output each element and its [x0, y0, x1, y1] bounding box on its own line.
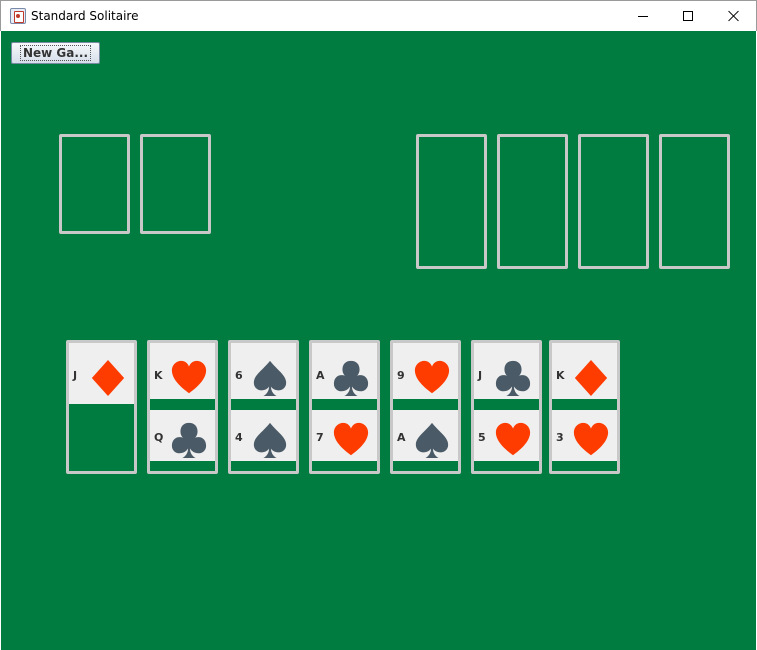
card-rank: A [397, 431, 406, 444]
playing-card[interactable]: 7 [312, 405, 377, 466]
playing-card[interactable]: J [69, 343, 134, 404]
minimize-button[interactable] [620, 1, 666, 31]
card-edge [312, 399, 377, 404]
close-icon [728, 10, 740, 22]
minimize-icon [638, 15, 648, 17]
card-rank: 9 [397, 369, 405, 382]
playing-card[interactable]: K [150, 343, 215, 404]
tableau-pile-4[interactable]: A7 [309, 340, 380, 474]
tableau-pile-6[interactable]: J5 [471, 340, 542, 474]
club-icon [171, 422, 207, 459]
window-titlebar: Standard Solitaire [0, 0, 757, 31]
playing-card[interactable]: K [552, 343, 617, 404]
playing-card[interactable]: J [474, 343, 539, 404]
card-edge [552, 461, 617, 466]
playing-card[interactable]: 4 [231, 405, 296, 466]
foundation-slot[interactable] [416, 134, 487, 269]
heart-icon [573, 422, 609, 456]
tableau-pile-7[interactable]: K3 [549, 340, 620, 474]
java-app-icon [10, 8, 26, 24]
playing-card[interactable]: 5 [474, 405, 539, 466]
new-game-button[interactable]: New Ga... [11, 42, 100, 64]
maximize-icon [683, 11, 693, 21]
spade-icon [253, 360, 287, 397]
heart-icon [171, 360, 207, 394]
tableau-pile-2[interactable]: KQ [147, 340, 218, 474]
window-title: Standard Solitaire [31, 9, 139, 23]
card-rank: 4 [235, 431, 243, 444]
maximize-button[interactable] [665, 1, 711, 31]
tableau-pile-3[interactable]: 64 [228, 340, 299, 474]
spade-icon [415, 422, 449, 459]
tableau-pile-1[interactable]: J [66, 340, 137, 474]
club-icon [495, 360, 531, 397]
game-table: New Ga... JKQ64A79AJ5K3 [1, 31, 756, 650]
close-button[interactable] [711, 1, 757, 31]
club-icon [333, 360, 369, 397]
card-rank: J [73, 369, 78, 382]
heart-icon [414, 360, 450, 394]
card-edge [474, 399, 539, 404]
card-rank: 6 [235, 369, 243, 382]
card-edge [231, 399, 296, 404]
card-rank: K [556, 369, 565, 382]
card-rank: J [478, 369, 483, 382]
playing-card[interactable]: 3 [552, 405, 617, 466]
new-game-label: New Ga... [19, 45, 92, 61]
card-edge [150, 399, 215, 404]
card-edge [312, 461, 377, 466]
card-rank: Q [154, 431, 164, 444]
card-edge [393, 461, 458, 466]
stock-pile[interactable] [59, 134, 130, 234]
heart-icon [333, 422, 369, 456]
waste-pile[interactable] [140, 134, 211, 234]
playing-card[interactable]: A [393, 405, 458, 466]
card-edge [474, 461, 539, 466]
playing-card[interactable]: A [312, 343, 377, 404]
heart-icon [495, 422, 531, 456]
card-rank: K [154, 369, 163, 382]
card-edge [393, 399, 458, 404]
card-rank: 3 [556, 431, 564, 444]
foundation-slot[interactable] [659, 134, 730, 269]
spade-icon [253, 422, 287, 459]
diamond-icon [91, 359, 125, 397]
card-rank: 5 [478, 431, 486, 444]
card-rank: A [316, 369, 325, 382]
card-rank: 7 [316, 431, 324, 444]
foundation-slot[interactable] [578, 134, 649, 269]
card-edge [231, 461, 296, 466]
foundation-slot[interactable] [497, 134, 568, 269]
playing-card[interactable]: Q [150, 405, 215, 466]
card-edge [552, 399, 617, 404]
diamond-icon [574, 359, 608, 397]
playing-card[interactable]: 9 [393, 343, 458, 404]
card-edge [150, 461, 215, 466]
tableau-pile-5[interactable]: 9A [390, 340, 461, 474]
playing-card[interactable]: 6 [231, 343, 296, 404]
